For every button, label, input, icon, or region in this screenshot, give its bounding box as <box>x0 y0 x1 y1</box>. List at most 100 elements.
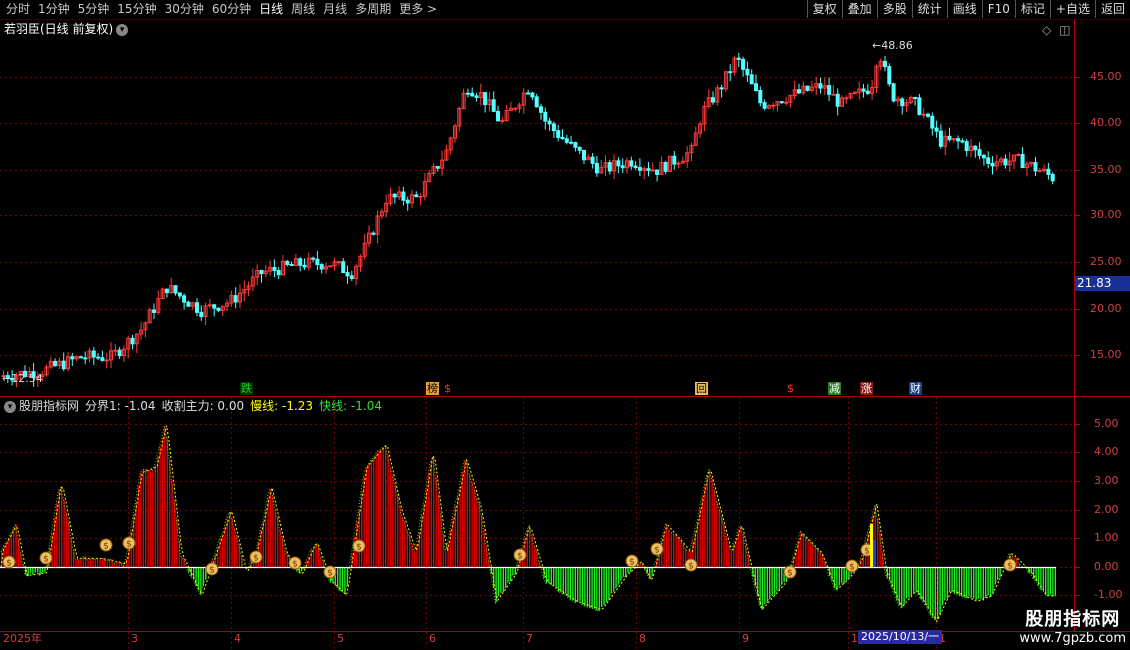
signal-marker[interactable]: 回 <box>695 382 708 395</box>
tab-3[interactable]: 15分钟 <box>113 1 160 18</box>
signal-marker[interactable]: 减 <box>828 382 841 395</box>
candle-body <box>861 88 866 92</box>
candle-body <box>315 258 320 266</box>
indicator-bar <box>176 518 178 567</box>
signal-marker[interactable]: 财 <box>909 382 922 395</box>
tab-7[interactable]: 周线 <box>287 1 319 18</box>
money-bag-icon: $ <box>688 562 694 572</box>
indicator-bar <box>377 450 380 567</box>
tab-4[interactable]: 30分钟 <box>161 1 208 18</box>
tool-button-5[interactable]: F10 <box>981 0 1015 18</box>
indicator-bar <box>404 521 406 567</box>
indicator-bar <box>1047 567 1049 596</box>
indicator-bar <box>442 533 444 567</box>
indicator-bar <box>908 567 910 598</box>
indicator-tick: 3.00 <box>1094 474 1119 487</box>
tool-button-7[interactable]: +自选 <box>1049 0 1095 18</box>
tool-button-3[interactable]: 统计 <box>911 0 947 18</box>
signal-marker[interactable]: 跌 <box>240 382 253 395</box>
candle-body <box>960 140 965 143</box>
indicator-value: 分界1: -1.04 <box>85 399 156 413</box>
candle-body <box>956 138 961 142</box>
indicator-bar <box>795 549 797 567</box>
indicator-bar <box>310 549 312 567</box>
indicator-bar <box>279 529 281 567</box>
indicator-bar <box>663 532 665 567</box>
tab-0[interactable]: 分时 <box>2 1 34 18</box>
signal-marker[interactable]: $ <box>443 382 452 395</box>
indicator-bar <box>272 494 274 567</box>
candle-body <box>130 337 135 345</box>
window-controls[interactable]: ◇ ◫ <box>1042 23 1070 37</box>
indicator-bar <box>987 567 989 596</box>
chevron-down-icon[interactable]: ▾ <box>4 400 16 413</box>
indicator-bar <box>1054 567 1056 597</box>
signal-marker[interactable]: 榜 <box>426 382 439 395</box>
tab-9[interactable]: 多周期 <box>351 1 395 18</box>
highlight-bar <box>870 524 873 567</box>
candle-body <box>926 113 930 117</box>
indicator-bar <box>617 567 620 585</box>
indicator-bar <box>365 467 368 567</box>
indicator-bar <box>149 470 152 567</box>
tool-button-1[interactable]: 叠加 <box>841 0 877 18</box>
candle-body <box>61 360 66 370</box>
tab-2[interactable]: 5分钟 <box>74 1 114 18</box>
candle-body <box>1046 168 1051 175</box>
tab-1[interactable]: 1分钟 <box>34 1 74 18</box>
tool-button-8[interactable]: 返回 <box>1094 0 1130 18</box>
indicator-bar <box>569 567 572 600</box>
indicator-bar <box>87 560 89 567</box>
indicator-bar <box>161 438 164 567</box>
tool-button-6[interactable]: 标记 <box>1014 0 1050 18</box>
chevron-down-icon[interactable]: ▾ <box>116 23 129 36</box>
indicator-bar <box>973 567 975 599</box>
indicator-bar <box>965 567 968 599</box>
candle-body <box>1033 161 1038 172</box>
highlight-bar <box>873 540 876 567</box>
indicator-bar <box>466 462 468 567</box>
diamond-icon[interactable]: ◇ <box>1042 23 1051 37</box>
indicator-bar <box>154 465 156 567</box>
tool-button-4[interactable]: 画线 <box>946 0 982 18</box>
indicator-bar <box>740 525 742 567</box>
indicator-bar <box>368 464 370 567</box>
indicator-bar <box>591 567 593 609</box>
candle-body <box>392 193 397 198</box>
indicator-bar <box>596 567 598 611</box>
money-bag-icon: $ <box>126 540 132 550</box>
candle-body <box>900 98 905 107</box>
indicator-bar <box>977 567 980 599</box>
indicator-bar <box>665 523 668 567</box>
candle-body <box>973 145 978 151</box>
tool-button-0[interactable]: 复权 <box>806 0 842 18</box>
panel-toggle-icon[interactable]: ◫ <box>1059 23 1070 37</box>
indicator-bar <box>94 559 96 567</box>
candle-body <box>930 115 935 129</box>
indicator-bar <box>980 567 982 599</box>
tool-button-2[interactable]: 多股 <box>876 0 912 18</box>
candle-body <box>741 58 746 70</box>
tab-8[interactable]: 月线 <box>319 1 351 18</box>
indicator-bar <box>625 567 627 577</box>
tab-5[interactable]: 60分钟 <box>208 1 255 18</box>
watermark-url: www.7gpzb.com <box>1019 631 1126 646</box>
tab-6[interactable]: 日线 <box>255 1 287 18</box>
tab-10[interactable]: 更多 > <box>395 1 441 18</box>
signal-marker[interactable]: $ <box>786 382 795 395</box>
candle-body <box>758 90 763 104</box>
chart-canvas[interactable]: $ $ $ $ $ $ $ $ $ $ $ $ $ $ $ $ $ <box>0 0 1130 650</box>
indicator-bar <box>385 445 387 567</box>
indicator-bar <box>941 567 944 606</box>
signal-marker[interactable]: 涨 <box>860 382 873 395</box>
candle-body <box>216 307 221 311</box>
candle-body <box>349 275 354 279</box>
indicator-bar <box>459 486 461 567</box>
indicator-bar <box>140 472 142 567</box>
indicator-bar <box>221 535 224 567</box>
indicator-bar <box>399 505 401 567</box>
indicator-bar <box>142 469 144 567</box>
candle-body <box>947 135 952 141</box>
indicator-bar <box>711 478 713 567</box>
time-label: 8 <box>639 632 646 645</box>
